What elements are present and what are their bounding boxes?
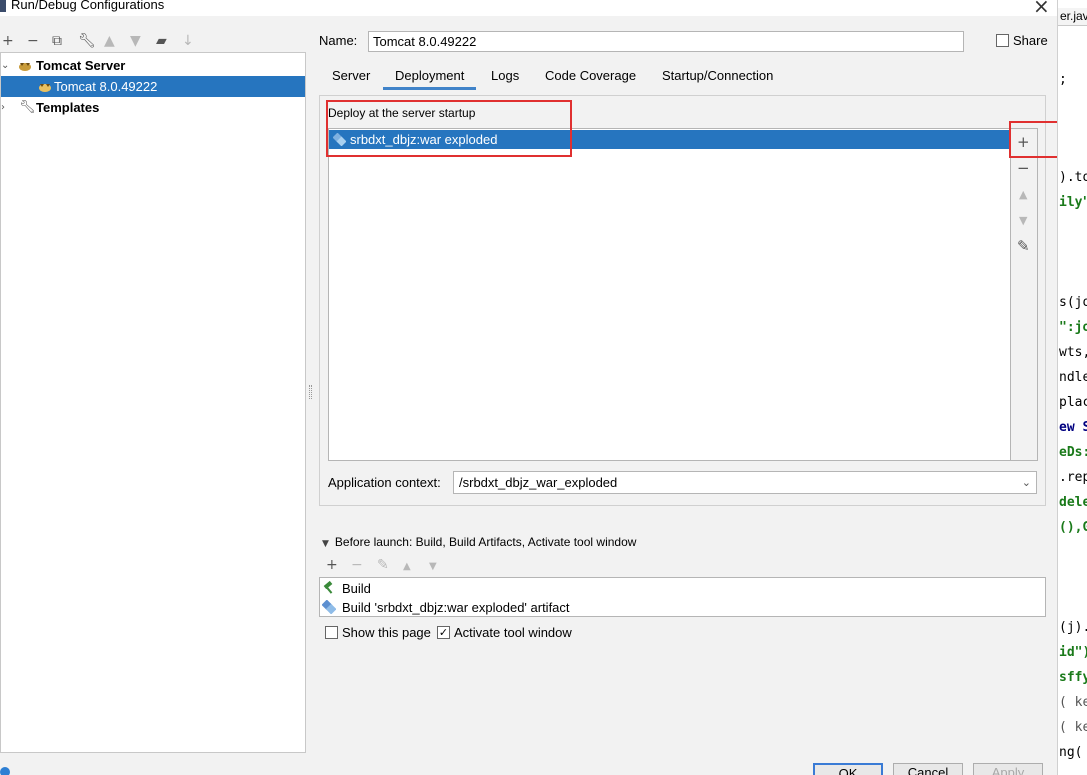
collapse-triangle-icon[interactable]: ▼ <box>322 539 329 549</box>
app-context-value: /srbdxt_dbjz_war_exploded <box>459 475 618 490</box>
ok-button[interactable]: OK <box>813 763 883 775</box>
remove-icon[interactable]: − <box>351 557 363 573</box>
add-icon[interactable]: + <box>2 30 14 52</box>
add-icon[interactable]: + <box>326 557 338 573</box>
config-tree: ⌄ Tomcat Server Tomcat 8.0.49222 › 🔧︎ Te… <box>0 52 306 753</box>
deploy-artifact-list[interactable] <box>328 128 1011 461</box>
before-launch-item-label: Build 'srbdxt_dbjz:war exploded' artifac… <box>342 600 570 615</box>
code-line: ":jo <box>1059 320 1087 335</box>
move-down-icon[interactable]: ▼ <box>130 30 141 52</box>
edit-icon[interactable]: ✎ <box>1017 237 1030 255</box>
code-line: s(jo <box>1059 295 1087 310</box>
share-label: Share <box>1013 33 1048 48</box>
highlight-box-deploy <box>326 100 572 157</box>
code-line: (),G <box>1059 520 1087 535</box>
move-up-icon[interactable]: ▲ <box>104 30 115 52</box>
before-launch-item-label: Build <box>342 581 371 596</box>
background-editor: er.java ; ).to ily" s(jo ":jo wts, ndle plac ew … <box>1057 0 1087 775</box>
tree-group-label: Tomcat Server <box>36 58 126 73</box>
window-title: Run/Debug Configurations <box>11 0 165 12</box>
apply-button[interactable]: Apply <box>973 763 1043 775</box>
highlight-box-add <box>1009 121 1062 158</box>
code-line: wts, <box>1059 345 1087 360</box>
wrench-icon: 🔧︎ <box>19 100 36 115</box>
code-line: id") <box>1059 645 1087 660</box>
before-launch-header[interactable]: ▼ Before launch: Build, Build Artifacts, … <box>322 535 636 549</box>
code-line: ily" <box>1059 195 1087 210</box>
tree-item-tomcat-config[interactable]: Tomcat 8.0.49222 <box>1 76 305 97</box>
code-line: ndle <box>1059 370 1087 385</box>
splitter-handle[interactable] <box>309 385 312 399</box>
code-line: dele <box>1059 495 1087 510</box>
code-line: (j). <box>1059 620 1087 635</box>
help-icon[interactable] <box>0 767 10 775</box>
config-toolbar: + − ⧉ 🔧︎ ▲ ▼ ▰ ↓ <box>0 30 306 52</box>
before-launch-list[interactable]: Build Build 'srbdxt_dbjz:war exploded' a… <box>319 577 1046 617</box>
tab-deployment[interactable]: Deployment <box>383 68 477 90</box>
chevron-right-icon[interactable]: › <box>1 97 5 118</box>
show-page-checkbox[interactable] <box>325 626 338 639</box>
templates-label: Templates <box>36 100 100 115</box>
tab-startup-connection[interactable]: Startup/Connection <box>662 68 773 90</box>
code-line: plac <box>1059 395 1087 410</box>
move-down-icon[interactable]: ▼ <box>429 561 437 572</box>
tab-code-coverage[interactable]: Code Coverage <box>545 68 636 90</box>
share-checkbox[interactable] <box>996 34 1009 47</box>
code-line: ; <box>1059 72 1067 87</box>
before-launch-title: Before launch: Build, Build Artifacts, A… <box>334 535 637 549</box>
wrench-icon[interactable]: 🔧︎ <box>78 30 96 52</box>
editor-tab[interactable]: er.java <box>1058 8 1087 26</box>
move-up-icon[interactable]: ▲ <box>403 561 411 572</box>
close-icon[interactable]: × <box>1033 0 1050 18</box>
tab-logs[interactable]: Logs <box>491 68 519 90</box>
tomcat-icon <box>19 63 31 71</box>
hammer-icon <box>323 581 333 594</box>
title-bar: Run/Debug Configurations <box>0 0 1057 16</box>
remove-icon[interactable]: − <box>27 30 39 52</box>
code-line: sffy <box>1059 670 1087 685</box>
activate-window-checkbox[interactable]: ✓ <box>437 626 450 639</box>
name-label: Name: <box>319 33 358 48</box>
copy-icon[interactable]: ⧉ <box>52 30 62 52</box>
code-line: ew S <box>1059 420 1087 435</box>
chevron-down-icon[interactable]: ⌄ <box>1022 472 1031 493</box>
app-icon <box>0 0 6 12</box>
code-line: ( ke <box>1059 695 1087 710</box>
artifact-icon <box>322 600 336 614</box>
tree-group-templates[interactable]: › 🔧︎ Templates <box>1 97 305 118</box>
edit-icon[interactable]: ✎ <box>377 557 389 573</box>
code-line: ng( <box>1059 745 1083 760</box>
show-page-label: Show this page <box>342 625 431 640</box>
chevron-down-icon[interactable]: ⌄ <box>1 55 9 76</box>
code-line: eDs: <box>1059 445 1087 460</box>
remove-icon[interactable]: − <box>1017 159 1030 177</box>
name-field[interactable]: Tomcat 8.0.49222 <box>368 31 964 52</box>
code-line: ).to <box>1059 170 1087 185</box>
folder-icon[interactable]: ▰ <box>156 30 167 52</box>
cancel-button[interactable]: Cancel <box>893 763 963 775</box>
tree-item-label: Tomcat 8.0.49222 <box>54 79 158 94</box>
move-down-icon[interactable]: ▼ <box>1019 214 1027 227</box>
activate-window-label: Activate tool window <box>454 625 572 640</box>
app-context-field[interactable]: /srbdxt_dbjz_war_exploded ⌄ <box>453 471 1037 494</box>
deploy-list-toolbar <box>1011 128 1038 461</box>
tab-server[interactable]: Server <box>332 68 370 90</box>
tomcat-icon <box>39 84 51 92</box>
tree-group-tomcat[interactable]: ⌄ Tomcat Server <box>1 55 305 76</box>
sort-icon[interactable]: ↓ <box>182 30 194 52</box>
app-context-label: Application context: <box>328 475 441 490</box>
code-line: .rep <box>1059 470 1087 485</box>
code-line: ( ke <box>1059 720 1087 735</box>
move-up-icon[interactable]: ▲ <box>1019 188 1027 201</box>
